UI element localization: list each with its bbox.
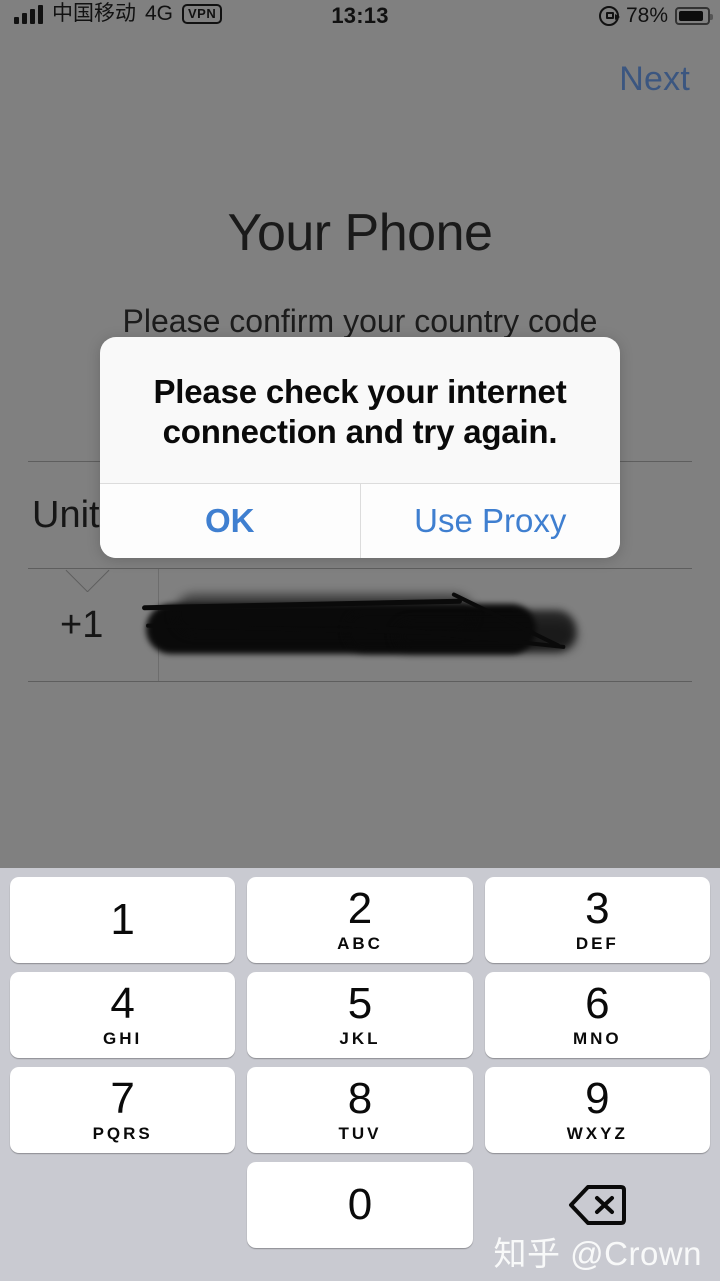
- country-selector-caret-icon: [62, 568, 132, 592]
- page-title: Your Phone: [227, 204, 493, 262]
- key-number: 5: [347, 978, 373, 1028]
- key-7[interactable]: 7 PQRS: [10, 1067, 236, 1153]
- battery-icon: [675, 7, 713, 25]
- key-number: 8: [347, 1073, 373, 1123]
- watermark: 知乎 @Crown: [493, 1235, 702, 1272]
- key-letters: DEF: [575, 933, 619, 953]
- key-3[interactable]: 3 DEF: [484, 877, 710, 963]
- key-0[interactable]: 0: [247, 1162, 473, 1248]
- key-letters: TUV: [338, 1123, 382, 1143]
- alert-use-proxy-button[interactable]: Use Proxy: [359, 483, 620, 558]
- key-number: 9: [585, 1073, 610, 1123]
- battery-percent-label: 78%: [625, 4, 668, 27]
- key-letters: MNO: [572, 1028, 622, 1048]
- phone-screen: 中国移动 4G VPN 13:13 78% Next Your Phone Pl…: [0, 0, 720, 1281]
- alert-ok-button[interactable]: OK: [100, 483, 360, 558]
- backspace-icon: [568, 1184, 627, 1226]
- country-selector-label[interactable]: Unit: [32, 494, 100, 537]
- key-blank-left: [10, 1162, 235, 1248]
- next-button[interactable]: Next: [619, 60, 690, 99]
- key-9[interactable]: 9 WXYZ: [484, 1067, 710, 1153]
- divider-bottom: [28, 681, 692, 682]
- alert-body: Please check your internet connection an…: [100, 337, 620, 483]
- phone-number-input-redacted[interactable]: [141, 588, 576, 670]
- key-1[interactable]: 1: [10, 877, 236, 963]
- alert-dialog: Please check your internet connection an…: [100, 337, 620, 558]
- key-number: 4: [110, 978, 135, 1028]
- key-6[interactable]: 6 MNO: [484, 972, 710, 1058]
- page-subtitle: Please confirm your country code: [122, 303, 598, 339]
- numeric-keypad: 1 2 ABC 3 DEF 4 GHI 5 JKL 6 MNO 7 PQRS 8…: [0, 868, 720, 1281]
- key-letters: WXYZ: [566, 1123, 628, 1143]
- key-letters: GHI: [103, 1028, 143, 1048]
- key-number: 7: [110, 1073, 135, 1123]
- key-letters: ABC: [337, 933, 383, 953]
- key-8[interactable]: 8 TUV: [247, 1067, 473, 1153]
- key-4[interactable]: 4 GHI: [10, 972, 236, 1058]
- key-number: 2: [347, 883, 373, 933]
- key-letters: PQRS: [92, 1123, 153, 1143]
- key-number: 6: [585, 978, 610, 1028]
- keypad-row: 7 PQRS 8 TUV 9 WXYZ: [0, 1067, 720, 1153]
- keypad-row: 4 GHI 5 JKL 6 MNO: [0, 972, 720, 1058]
- key-number: 1: [110, 895, 135, 944]
- key-number: 3: [585, 883, 610, 933]
- dial-code-label[interactable]: +1: [60, 604, 103, 647]
- key-number: 0: [347, 1180, 373, 1229]
- status-bar: 中国移动 4G VPN 13:13 78%: [0, 0, 720, 36]
- key-2[interactable]: 2 ABC: [247, 877, 473, 963]
- keypad-row: 1 2 ABC 3 DEF: [0, 877, 720, 963]
- key-letters: JKL: [339, 1028, 381, 1048]
- alert-actions: OK Use Proxy: [100, 482, 620, 558]
- status-bar-right: 78%: [598, 4, 713, 28]
- alert-title: Please check your internet connection an…: [153, 373, 567, 451]
- key-5[interactable]: 5 JKL: [247, 972, 473, 1058]
- rotation-lock-icon: [598, 6, 620, 26]
